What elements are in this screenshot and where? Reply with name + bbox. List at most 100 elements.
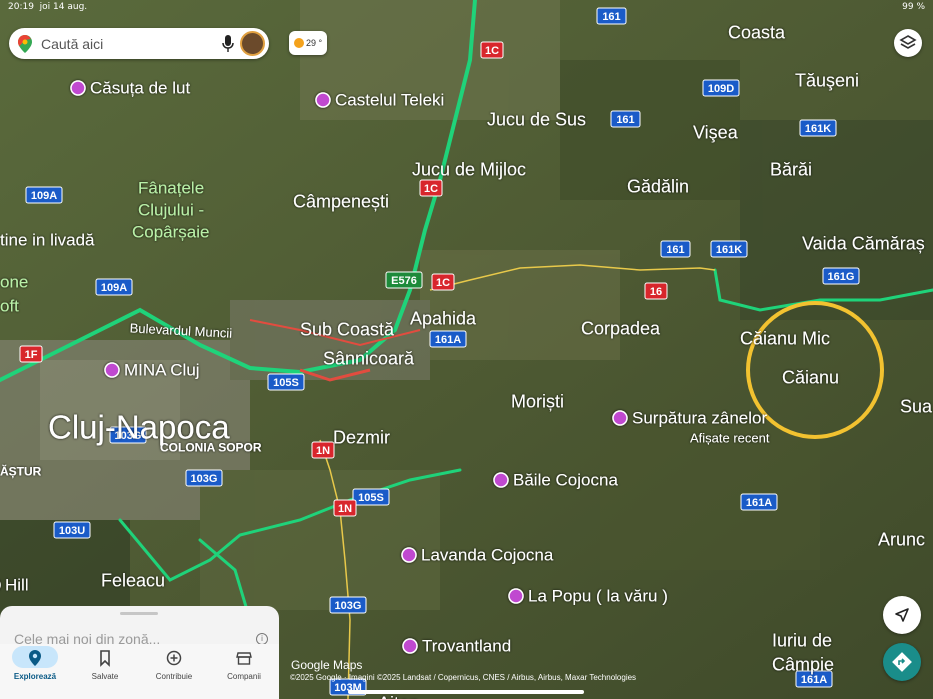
road-shield: 161	[610, 110, 641, 128]
place-label[interactable]: Vişea	[693, 122, 739, 142]
place-label[interactable]: Gădălin	[627, 176, 689, 196]
road-shield: 1N	[311, 441, 335, 459]
bottom-tab-bar: Explorează Salvate Contribuie Companii	[0, 644, 279, 699]
store-icon	[236, 652, 252, 665]
tab-saved[interactable]: Salvate	[70, 644, 140, 692]
place-label[interactable]: Jucu de Sus	[487, 109, 586, 129]
status-date: joi 14 aug.	[39, 2, 88, 12]
tab-explore-label: Explorează	[13, 672, 57, 681]
place-label[interactable]: Căianu	[782, 367, 839, 387]
road-shield: 161	[596, 7, 627, 25]
road-shield-label: 161G	[828, 271, 855, 283]
poi-marker-icon[interactable]	[402, 638, 418, 654]
layers-icon	[899, 35, 917, 49]
road-shield: 109A	[95, 278, 133, 296]
place-label[interactable]: one	[0, 273, 28, 292]
road-shield: 161K	[710, 240, 748, 258]
place-label[interactable]: Moriști	[511, 391, 564, 411]
road-shield-label: 103U	[59, 525, 85, 537]
search-bar[interactable]: Caută aici	[9, 28, 269, 59]
place-label[interactable]: Aiton	[378, 693, 419, 699]
place-label[interactable]: Dezmir	[333, 427, 390, 447]
road-shield-label: 1C	[485, 45, 499, 57]
layers-button[interactable]	[894, 29, 922, 57]
microphone-icon[interactable]	[222, 35, 234, 52]
place-label[interactable]: Sua	[900, 396, 933, 416]
satellite-map[interactable]: 161 1C 109D 161 161K 109A 1C 161 161K 161G E576 1C 1…	[0, 0, 933, 699]
battery-label: 99 %	[902, 2, 925, 12]
road-shield: 161A	[740, 493, 778, 511]
road-shield-label: 1C	[436, 277, 450, 289]
poi-marker-icon[interactable]	[315, 92, 331, 108]
place-label[interactable]: Jucu de Mijloc	[412, 159, 526, 179]
road-shield-label: 1N	[316, 445, 330, 457]
road-shield: 161G	[822, 267, 860, 285]
road-shield-label: 161A	[801, 674, 827, 686]
search-input[interactable]: Caută aici	[41, 36, 103, 52]
panel-drag-handle[interactable]	[120, 612, 158, 615]
place-label[interactable]: Feleacu	[101, 570, 165, 590]
road-shield: 105S	[267, 373, 305, 391]
tab-explore[interactable]: Explorează	[0, 644, 70, 692]
poi-marker-icon[interactable]	[508, 588, 524, 604]
road-shield: 1C	[431, 273, 455, 291]
place-label[interactable]: La Popu ( la văru )	[528, 587, 668, 606]
directions-button[interactable]	[883, 643, 921, 681]
place-label[interactable]: Trovantland	[422, 637, 511, 656]
road-shield: 161A	[429, 330, 467, 348]
place-label[interactable]: Tăuşeni	[795, 70, 859, 90]
place-label[interactable]: Castelul Teleki	[335, 91, 444, 110]
poi-marker-icon[interactable]	[612, 410, 628, 426]
place-label[interactable]: Apahida	[410, 308, 477, 328]
weather-chip[interactable]: 29 °	[289, 31, 327, 55]
place-label[interactable]: Căsuța de lut	[90, 79, 190, 98]
road-shield: 1C	[480, 41, 504, 59]
poi-marker-icon[interactable]	[104, 362, 120, 378]
place-label[interactable]: ĂȘTUR	[0, 464, 42, 479]
account-avatar[interactable]	[240, 31, 265, 56]
road-shield: 16	[644, 282, 668, 300]
my-location-button[interactable]	[883, 596, 921, 634]
place-label[interactable]: oft	[0, 297, 19, 316]
place-label[interactable]: Bărăi	[770, 159, 812, 179]
poi-marker-icon[interactable]	[493, 472, 509, 488]
place-label[interactable]: Surpătura zânelor	[632, 409, 767, 428]
place-label[interactable]: tine in livadă	[0, 231, 95, 250]
place-label[interactable]: Corpadea	[581, 318, 661, 338]
tab-business[interactable]: Companii	[209, 644, 279, 692]
place-label[interactable]: COLONIA SOPOR	[160, 441, 262, 455]
road-shield-label: 161K	[805, 123, 831, 135]
place-label[interactable]: Căianu Mic	[740, 328, 830, 348]
tab-contribute[interactable]: Contribuie	[139, 644, 209, 692]
directions-icon	[892, 652, 912, 672]
road-shield-label: 161K	[716, 244, 742, 256]
road-shield: 1C	[419, 179, 443, 197]
place-label[interactable]: Hill	[5, 576, 29, 595]
sun-icon	[294, 38, 304, 48]
road-shield-label: 161A	[746, 497, 772, 509]
road-shield-label: 161	[602, 11, 620, 23]
place-label[interactable]: Sub Coastă	[300, 319, 395, 339]
road-shield: 103U	[53, 521, 91, 539]
place-label[interactable]: Sânnicoară	[323, 348, 415, 368]
road-shield: 1N	[333, 499, 357, 517]
place-label[interactable]: Vaida Cămăraș	[802, 233, 925, 253]
map-attribution: ©2025 Google · Imagini ©2025 Landsat / C…	[290, 673, 637, 682]
place-label[interactable]: Câmpenești	[293, 191, 389, 211]
place-label[interactable]: Lavanda Cojocna	[421, 546, 554, 565]
road-shield-label: 161	[666, 244, 684, 256]
place-label[interactable]: Afișate recent	[690, 430, 770, 445]
place-label[interactable]: Băile Cojocna	[513, 471, 618, 490]
road-shield-label: 109A	[31, 190, 57, 202]
status-time: 20:19 joi 14 aug.	[8, 2, 88, 12]
road-shield: 103G	[329, 596, 367, 614]
place-label[interactable]: Fânațele Clujului -Copârșaie	[132, 179, 210, 242]
poi-marker-icon[interactable]	[70, 80, 86, 96]
place-label[interactable]: Arunc	[878, 529, 925, 549]
place-label[interactable]: Coasta	[728, 22, 786, 42]
plus-circle-icon	[166, 650, 182, 666]
place-label[interactable]: MINA Cluj	[124, 361, 200, 380]
poi-marker-icon[interactable]	[401, 547, 417, 563]
road-shield: 1F	[19, 345, 43, 363]
road-shield: 103G	[185, 469, 223, 487]
